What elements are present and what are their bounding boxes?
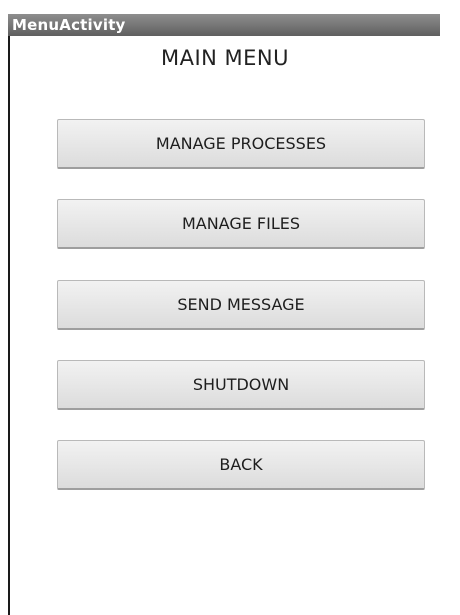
send-message-button[interactable]: SEND MESSAGE bbox=[57, 280, 425, 330]
app-screen: MenuActivity MAIN MENU MANAGE PROCESSES … bbox=[0, 0, 460, 615]
title-bar: MenuActivity bbox=[8, 14, 440, 36]
page-title: MAIN MENU bbox=[160, 46, 290, 70]
screen-left-border bbox=[8, 36, 10, 615]
manage-files-button[interactable]: MANAGE FILES bbox=[57, 199, 425, 249]
manage-processes-button[interactable]: MANAGE PROCESSES bbox=[57, 119, 425, 169]
back-button[interactable]: BACK bbox=[57, 440, 425, 490]
shutdown-button[interactable]: SHUTDOWN bbox=[57, 360, 425, 410]
